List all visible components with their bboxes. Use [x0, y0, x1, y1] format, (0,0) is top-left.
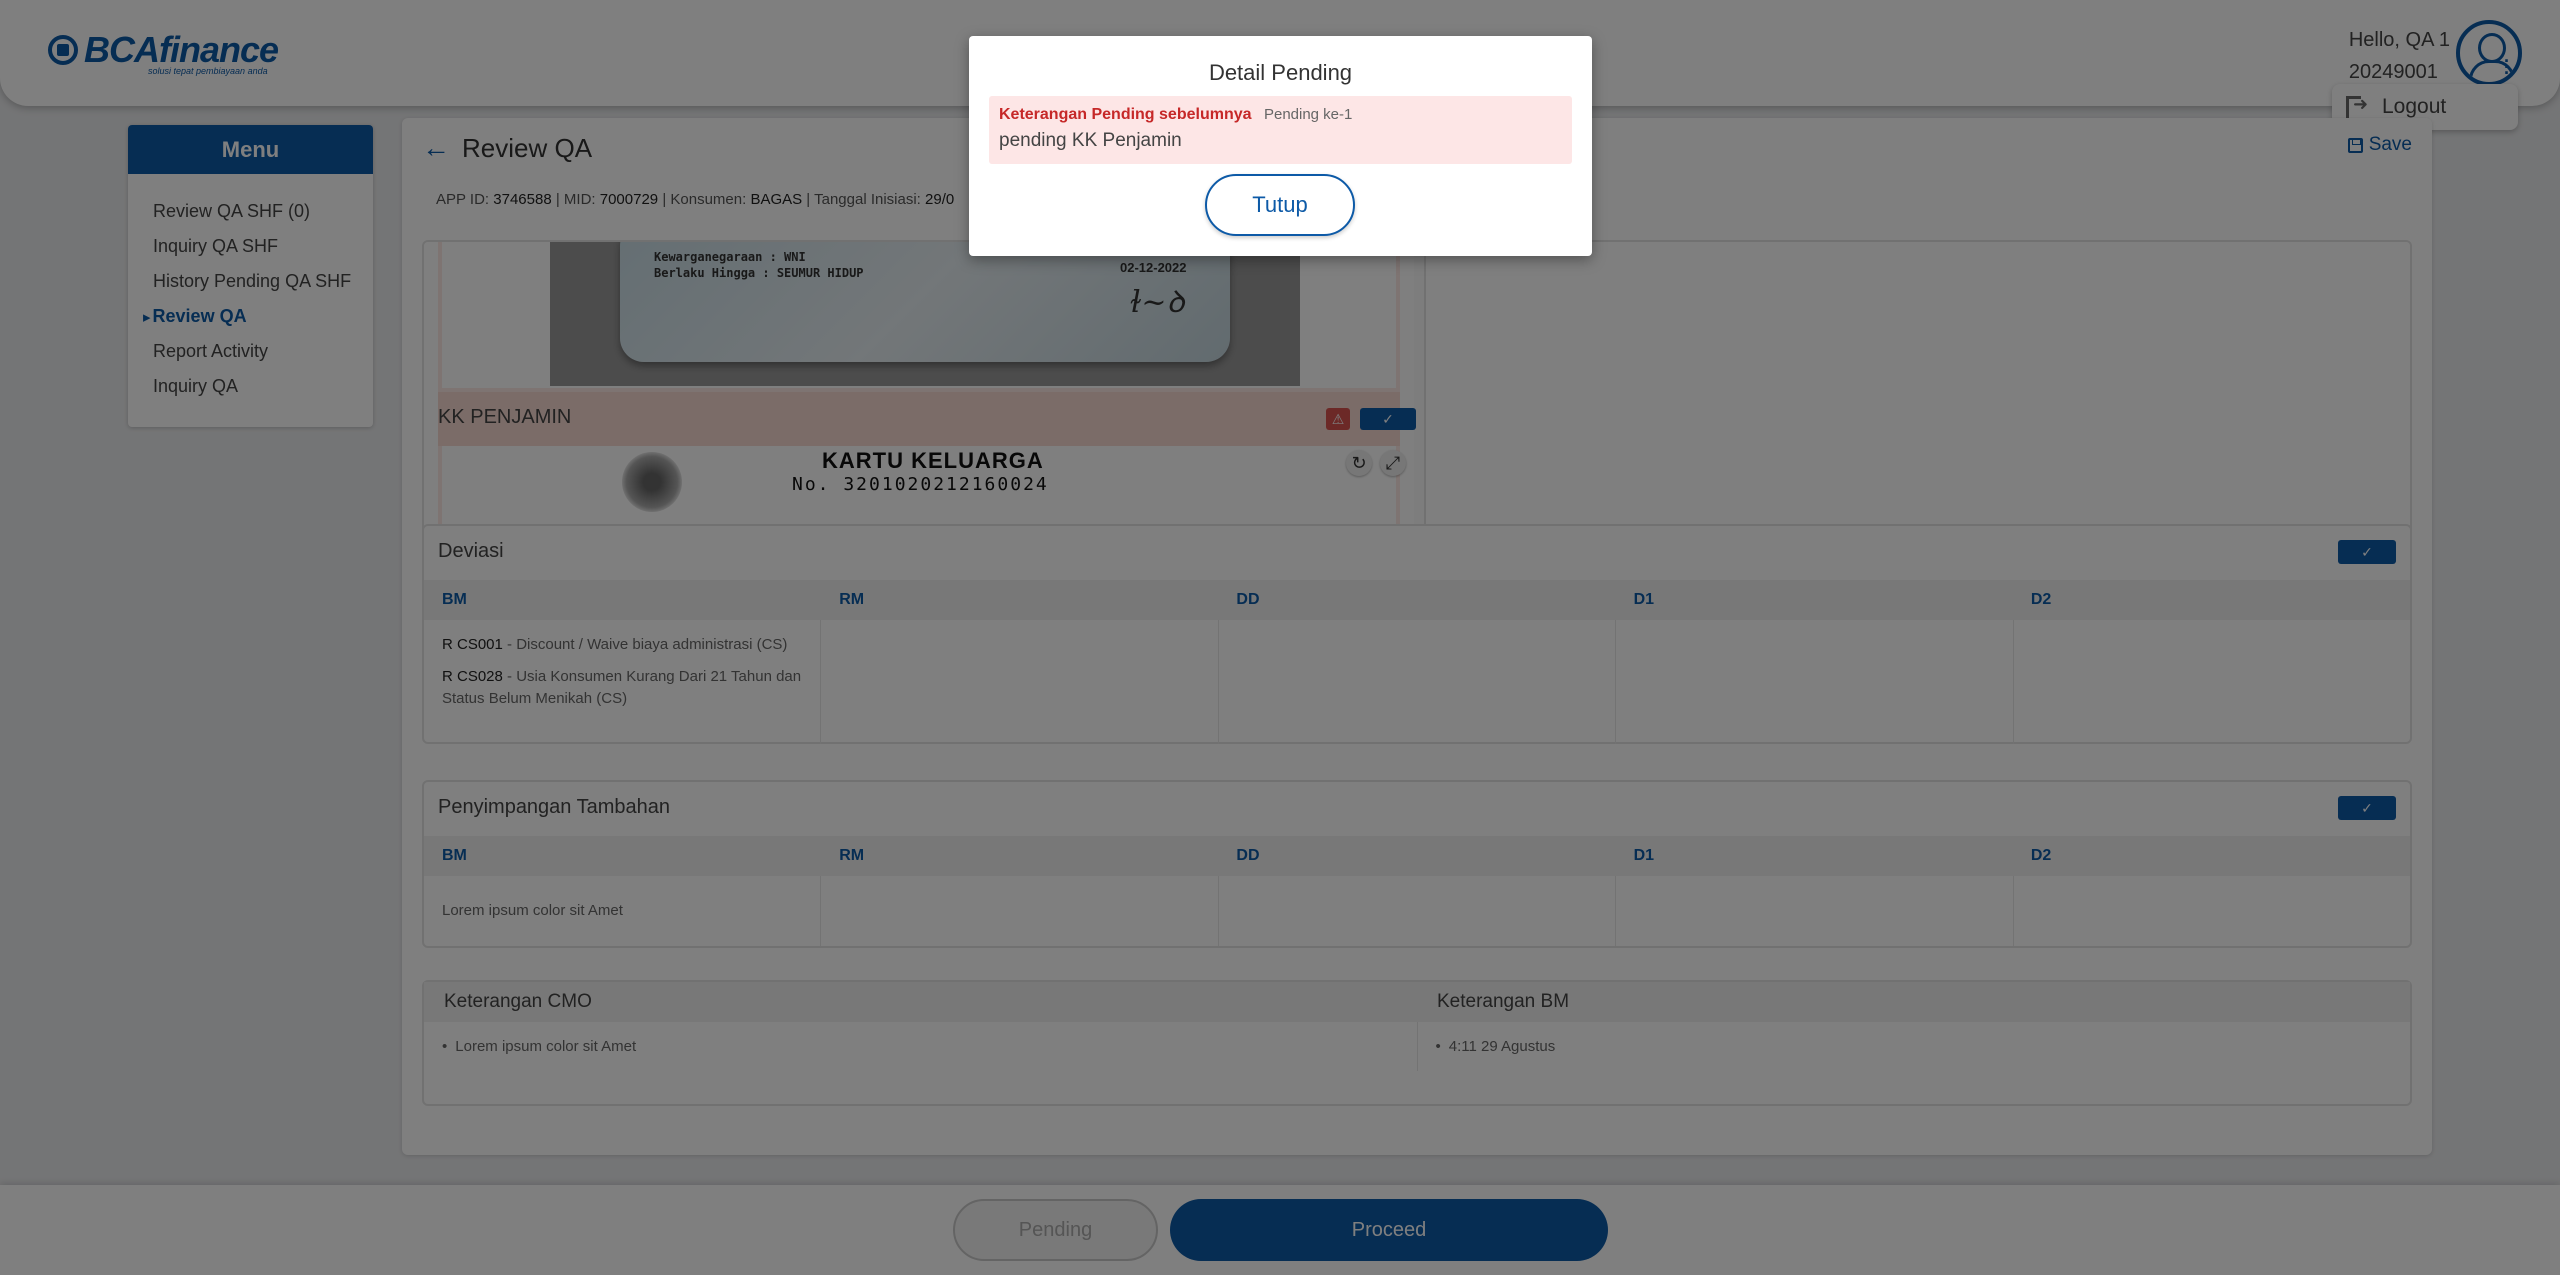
- pending-label: Keterangan Pending sebelumnya: [999, 106, 1252, 123]
- pending-count: Pending ke-1: [1263, 106, 1353, 123]
- pending-info-box: Keterangan Pending sebelumnya Pending ke…: [989, 96, 1572, 164]
- detail-pending-modal: Detail Pending Keterangan Pending sebelu…: [969, 36, 1592, 256]
- modal-title: Detail Pending: [1208, 60, 1353, 85]
- pending-text: pending KK Penjamin: [999, 130, 1182, 151]
- close-button[interactable]: Tutup: [1205, 174, 1355, 236]
